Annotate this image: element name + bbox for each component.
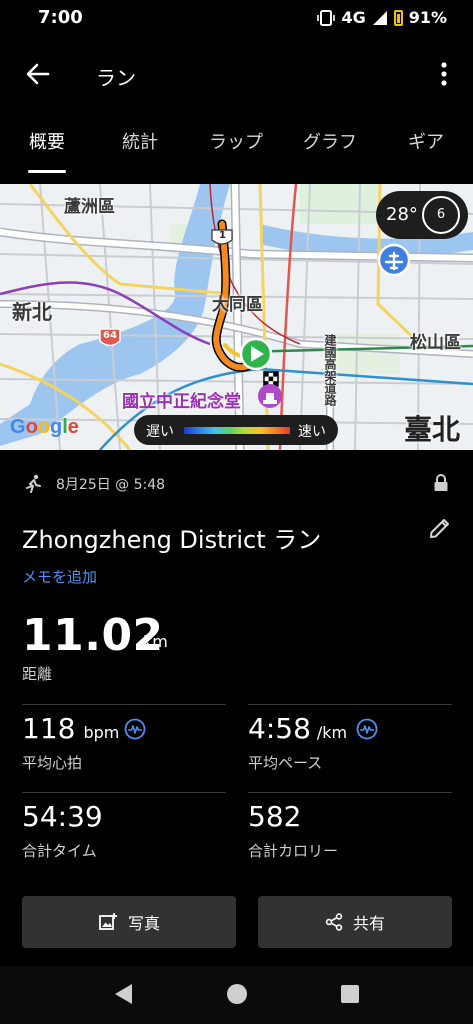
network-type: 4G — [341, 8, 366, 27]
add-photo-button[interactable]: 写真 — [22, 896, 236, 948]
legend-gradient — [184, 427, 290, 434]
heart-rate-label: 平均心拍 — [22, 754, 83, 772]
tab-laps[interactable]: ラップ — [209, 128, 263, 154]
calories-value: 582 — [248, 800, 302, 833]
calories-label: 合計カロリー — [248, 842, 339, 860]
tab-gear[interactable]: ギア — [408, 128, 444, 154]
share-button[interactable]: 共有 — [258, 896, 452, 948]
tab-bar: 概要 統計 ラップ グラフ ギア — [0, 128, 473, 176]
edit-pencil-icon[interactable] — [428, 516, 452, 540]
status-icons: 4G 91% — [317, 8, 447, 27]
more-options-icon[interactable] — [432, 58, 456, 90]
nav-home-icon[interactable] — [225, 982, 249, 1006]
shield-1-label: 1 — [219, 230, 226, 241]
distance-label: 距離 — [22, 665, 53, 683]
photo-button-label: 写真 — [127, 914, 160, 933]
map-label-datong: 大同區 — [212, 295, 263, 315]
tab-graph[interactable]: グラフ — [303, 128, 357, 154]
distance-unit: km — [143, 632, 168, 651]
vibrate-icon — [317, 9, 336, 26]
lock-icon[interactable] — [433, 474, 449, 492]
pace-value: 4:58 — [248, 712, 311, 745]
page-title: ラン — [96, 66, 136, 90]
add-note-link[interactable]: メモを追加 — [22, 566, 97, 587]
heart-rate-value: 118 — [22, 712, 76, 745]
divider — [22, 792, 226, 793]
activity-meta: 8月25日 @ 5:48 — [24, 474, 165, 494]
signal-icon — [372, 10, 387, 25]
nav-back-icon[interactable] — [112, 982, 134, 1006]
battery-level: 91% — [408, 8, 447, 27]
pace-label: 平均ペース — [248, 754, 323, 772]
pace-unit: /km — [316, 723, 348, 742]
divider — [248, 792, 452, 793]
status-time: 7:00 — [38, 7, 83, 28]
activity-title: Zhongzheng District ラン — [22, 526, 322, 554]
map-label-xinbei: 新北 — [12, 300, 52, 324]
map-label-songshan: 松山區 — [410, 333, 461, 353]
heart-rate-unit: bpm — [83, 723, 120, 742]
legend-fast-label: 速い — [298, 424, 326, 440]
avg-pace: 4:58 /km — [248, 712, 347, 745]
pace-legend: 遅い 速い — [134, 415, 338, 445]
weather-temp: 28° — [386, 204, 418, 225]
tab-overview[interactable]: 概要 — [29, 128, 65, 154]
activity-datetime: 8月25日 @ 5:48 — [56, 477, 166, 493]
total-time-value: 54:39 — [22, 800, 103, 833]
legend-slow-label: 遅い — [146, 424, 174, 440]
divider — [248, 704, 452, 705]
running-icon — [26, 474, 41, 493]
shield-64-label: 64 — [103, 330, 117, 341]
status-bar: 7:00 4G 91% — [0, 0, 473, 36]
weather-badge: 28° 6 — [376, 191, 468, 239]
start-marker-icon — [239, 337, 273, 371]
google-logo: Google — [10, 416, 79, 438]
add-photo-icon — [99, 913, 117, 930]
map-label-cks: 國立中正紀念堂 — [122, 392, 241, 412]
heart-rate-chart-icon[interactable] — [124, 718, 146, 740]
map-label-luzhou: 蘆洲區 — [64, 197, 115, 217]
tab-indicator — [28, 170, 66, 173]
back-arrow-icon[interactable] — [22, 58, 54, 90]
system-nav-bar — [0, 966, 473, 1024]
wind-compass-icon: 6 — [422, 196, 460, 234]
nav-recents-icon[interactable] — [340, 984, 360, 1004]
map-label-jianguo: 建國高架道路 — [323, 334, 337, 406]
total-time-label: 合計タイム — [22, 842, 97, 860]
pace-chart-icon[interactable] — [356, 718, 378, 740]
map-label-taipei: 臺北 — [404, 413, 461, 446]
battery-icon — [393, 9, 403, 26]
tab-stats[interactable]: 統計 — [122, 128, 158, 154]
route-map[interactable]: 蘆洲區 新北 大同區 松山區 國立中正紀念堂 建國高架道路 臺北 64 1 28… — [0, 184, 473, 450]
share-button-label: 共有 — [352, 914, 385, 933]
divider — [22, 704, 226, 705]
avg-heart-rate: 118 bpm — [22, 712, 119, 745]
share-icon — [325, 913, 343, 931]
